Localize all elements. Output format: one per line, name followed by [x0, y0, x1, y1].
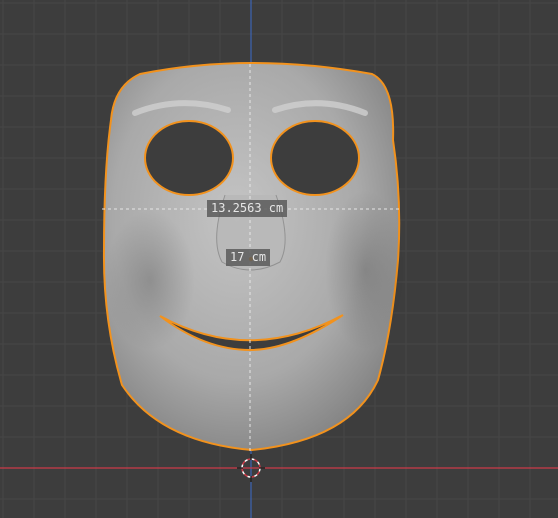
width-measurement-label: 13.2563 cm	[207, 200, 288, 217]
right-eye-hole	[270, 120, 360, 196]
height-measurement-label: 17 cm	[226, 249, 271, 266]
left-eye-hole	[144, 120, 234, 196]
3d-viewport[interactable]: 13.2563 cm 17 cm	[0, 0, 558, 518]
scene-canvas	[0, 0, 558, 518]
right-cheek-shade	[325, 190, 405, 350]
